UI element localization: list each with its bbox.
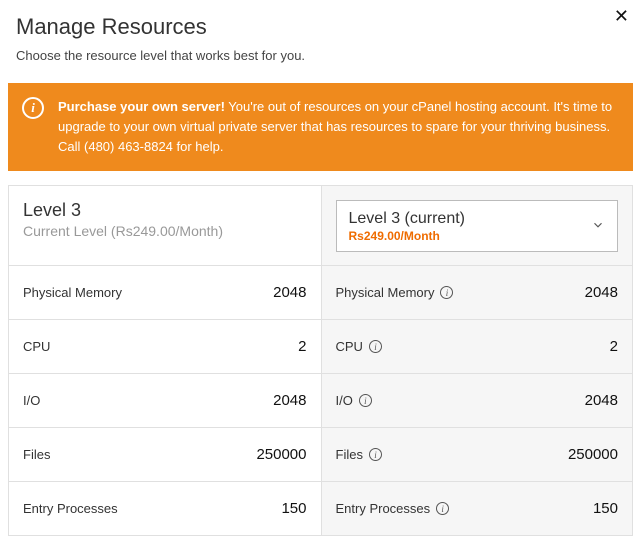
table-row: CPU i 2 xyxy=(322,320,633,374)
info-icon[interactable]: i xyxy=(436,502,449,515)
level-dropdown[interactable]: Level 3 (current) Rs249.00/Month xyxy=(336,200,619,252)
row-value: 150 xyxy=(593,500,618,517)
dropdown-level-label: Level 3 (current) xyxy=(349,210,466,228)
info-icon[interactable]: i xyxy=(369,340,382,353)
dropdown-price-label: Rs249.00/Month xyxy=(349,229,466,243)
selected-level-header: Level 3 (current) Rs249.00/Month xyxy=(322,186,633,266)
row-value: 250000 xyxy=(568,446,618,463)
row-label: I/O xyxy=(23,393,40,408)
table-row: Physical Memory 2048 xyxy=(9,266,321,320)
table-row: I/O 2048 xyxy=(9,374,321,428)
page-subtitle: Choose the resource level that works bes… xyxy=(16,48,625,63)
current-level-sub: Current Level (Rs249.00/Month) xyxy=(23,223,307,239)
banner-strong-text: Purchase your own server! xyxy=(58,99,225,114)
selected-level-column: Level 3 (current) Rs249.00/Month Physica… xyxy=(321,186,633,536)
compare-table: Level 3 Current Level (Rs249.00/Month) P… xyxy=(8,185,633,536)
row-label: Files i xyxy=(336,447,382,462)
table-row: Physical Memory i 2048 xyxy=(322,266,633,320)
row-value: 2 xyxy=(298,338,306,355)
info-icon: i xyxy=(22,97,44,119)
chevron-down-icon xyxy=(591,218,605,235)
table-row: Files 250000 xyxy=(9,428,321,482)
dialog-header: Manage Resources Choose the resource lev… xyxy=(0,0,641,83)
upsell-banner: i Purchase your own server! You're out o… xyxy=(8,83,633,171)
row-value: 2048 xyxy=(273,284,306,301)
row-label: Physical Memory xyxy=(23,285,122,300)
info-icon[interactable]: i xyxy=(369,448,382,461)
row-label: Files xyxy=(23,447,50,462)
current-level-column: Level 3 Current Level (Rs249.00/Month) P… xyxy=(9,186,321,536)
current-level-title: Level 3 xyxy=(23,200,307,221)
row-value: 2048 xyxy=(273,392,306,409)
page-title: Manage Resources xyxy=(16,14,625,40)
row-label: CPU xyxy=(23,339,50,354)
current-level-header: Level 3 Current Level (Rs249.00/Month) xyxy=(9,186,321,266)
table-row: Files i 250000 xyxy=(322,428,633,482)
row-value: 2048 xyxy=(585,284,618,301)
row-label: I/O i xyxy=(336,393,372,408)
row-label: Entry Processes xyxy=(23,501,118,516)
row-value: 250000 xyxy=(256,446,306,463)
row-value: 2 xyxy=(610,338,618,355)
table-row: CPU 2 xyxy=(9,320,321,374)
row-value: 150 xyxy=(281,500,306,517)
close-icon[interactable]: ✕ xyxy=(614,6,629,27)
row-label: CPU i xyxy=(336,339,382,354)
info-icon[interactable]: i xyxy=(440,286,453,299)
row-value: 2048 xyxy=(585,392,618,409)
row-label: Physical Memory i xyxy=(336,285,454,300)
row-label: Entry Processes i xyxy=(336,501,450,516)
info-icon[interactable]: i xyxy=(359,394,372,407)
table-row: I/O i 2048 xyxy=(322,374,633,428)
